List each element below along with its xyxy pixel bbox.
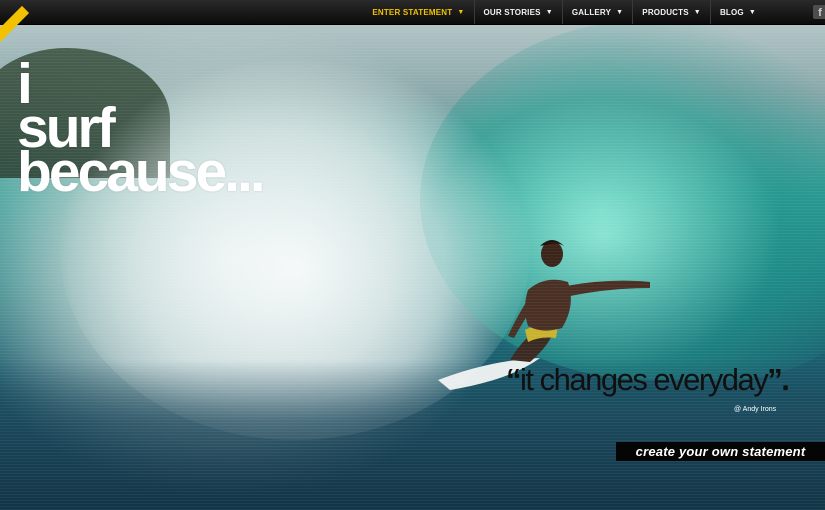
headline-line-3: because... bbox=[17, 140, 266, 204]
chevron-down-icon: ▼ bbox=[616, 8, 624, 16]
nav-item-gallery[interactable]: GALLERY ▼ bbox=[561, 0, 632, 24]
nav-item-our-stories[interactable]: OUR STORIES ▼ bbox=[473, 0, 562, 24]
nav-item-enter-statement[interactable]: ENTER STATEMENT ▼ bbox=[363, 0, 473, 24]
facebook-icon[interactable]: f bbox=[813, 5, 825, 19]
chevron-down-icon: ▼ bbox=[457, 8, 465, 16]
chevron-down-icon: ▼ bbox=[748, 8, 756, 16]
top-navigation-bar: ENTER STATEMENT ▼ OUR STORIES ▼ GALLERY … bbox=[0, 0, 825, 45]
nav-item-label: GALLERY bbox=[571, 7, 612, 17]
chevron-down-icon: ▼ bbox=[545, 8, 553, 16]
nav-item-label: OUR STORIES bbox=[483, 7, 541, 17]
quote-open-mark: “ bbox=[506, 362, 522, 397]
nav-item-blog[interactable]: BLOG ▼ bbox=[709, 0, 765, 24]
hero-quote: “it changes everyday”. bbox=[506, 362, 790, 398]
chevron-down-icon: ▼ bbox=[693, 8, 701, 16]
nav-item-products[interactable]: PRODUCTS ▼ bbox=[632, 0, 710, 24]
nav-item-label: PRODUCTS bbox=[642, 7, 689, 17]
nav-item-label: ENTER STATEMENT bbox=[372, 7, 453, 17]
create-statement-button[interactable]: create your own statement bbox=[616, 442, 825, 461]
nav-item-label: BLOG bbox=[719, 7, 744, 17]
nav-menu: ENTER STATEMENT ▼ OUR STORIES ▼ GALLERY … bbox=[363, 0, 765, 24]
hero-headline: i surf because... bbox=[17, 56, 266, 204]
quote-close-mark: ”. bbox=[767, 362, 790, 397]
quote-text: it changes everyday bbox=[520, 362, 769, 397]
quote-author: @ Andy Irons bbox=[734, 406, 777, 413]
